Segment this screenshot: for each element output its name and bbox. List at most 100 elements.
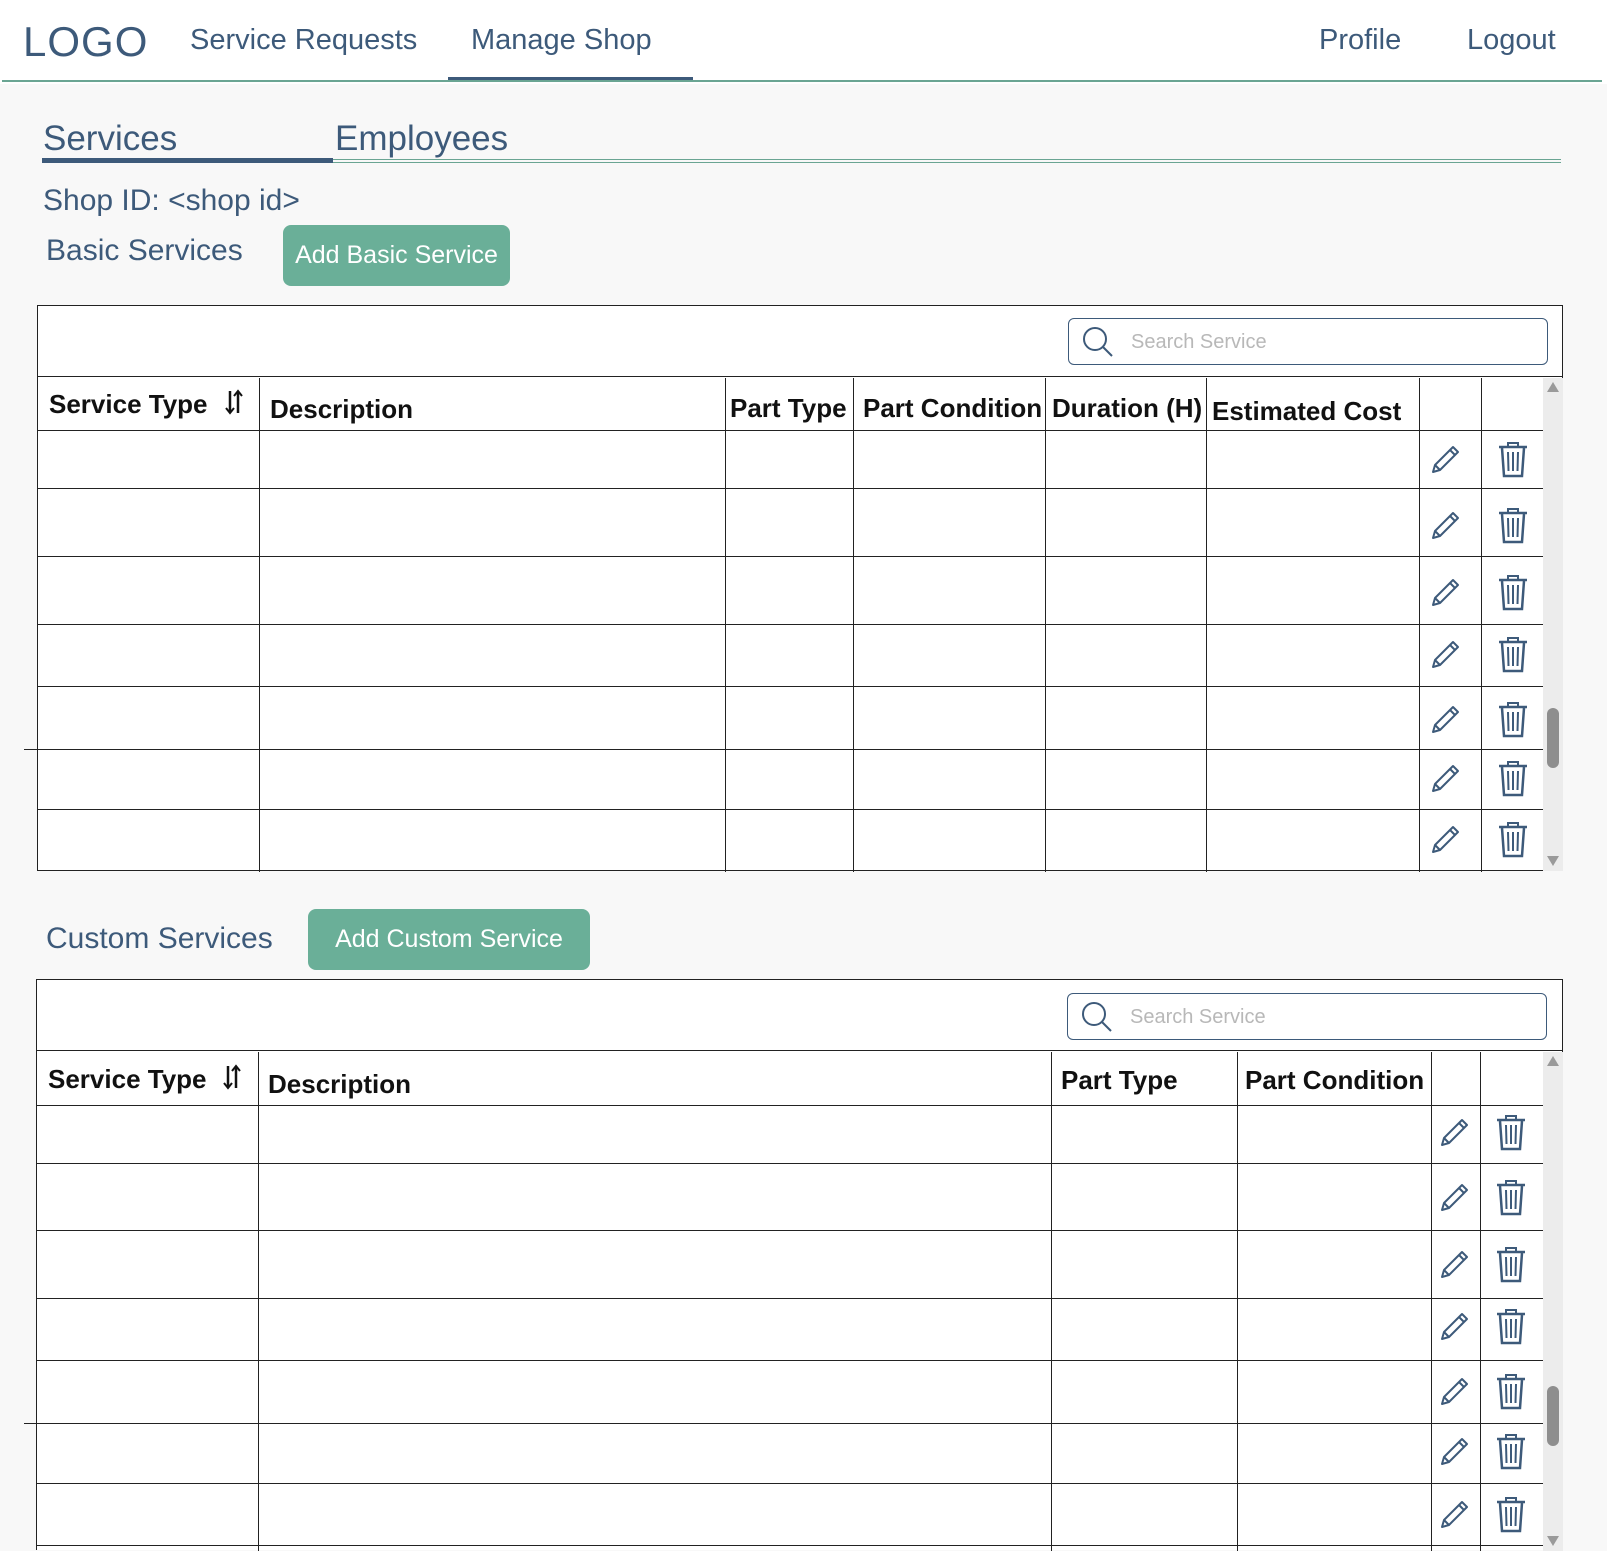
- table-row-divider: [38, 686, 1544, 687]
- pencil-icon[interactable]: [1428, 762, 1462, 801]
- pencil-icon[interactable]: [1437, 1116, 1471, 1155]
- scroll-down-arrow[interactable]: [1547, 856, 1559, 866]
- col-divider: [1045, 378, 1046, 872]
- trash-icon[interactable]: [1496, 572, 1530, 617]
- basic-search-input[interactable]: [1129, 325, 1533, 359]
- nav-link-profile[interactable]: Profile: [1319, 24, 1401, 57]
- custom-search-box[interactable]: [1067, 993, 1547, 1040]
- subtab-divider-lower: [333, 162, 1561, 163]
- table-header-bottom-rule: [38, 430, 1544, 431]
- table-row-divider: [38, 556, 1544, 557]
- trash-icon[interactable]: [1496, 699, 1530, 744]
- trash-icon[interactable]: [1494, 1431, 1528, 1476]
- custom-services-title: Custom Services: [46, 922, 273, 955]
- pencil-icon[interactable]: [1428, 509, 1462, 548]
- pencil-icon[interactable]: [1428, 443, 1462, 482]
- column-header-estimated-cost: Estimated Cost: [1212, 396, 1402, 426]
- pencil-icon[interactable]: [1428, 703, 1462, 742]
- tab-employees[interactable]: Employees: [335, 119, 508, 159]
- shop-id-label: Shop ID: <shop id>: [43, 184, 300, 217]
- pencil-icon[interactable]: [1437, 1435, 1471, 1474]
- col-divider: [1237, 1052, 1238, 1551]
- table-row-divider: [38, 624, 1544, 625]
- custom-table-scrollbar[interactable]: [1543, 1052, 1563, 1551]
- tab-services[interactable]: Services: [43, 119, 177, 159]
- pencil-icon[interactable]: [1437, 1310, 1471, 1349]
- basic-table-scrollbar[interactable]: [1543, 378, 1563, 871]
- table-header-top-rule: [38, 376, 1562, 377]
- search-icon: [1083, 327, 1113, 357]
- pencil-icon[interactable]: [1428, 576, 1462, 615]
- col-divider: [1206, 378, 1207, 872]
- subtab-divider: [333, 159, 1561, 160]
- logo[interactable]: LOGO: [23, 18, 148, 66]
- col-divider: [853, 378, 854, 872]
- column-header-part-condition: Part Condition: [1245, 1065, 1425, 1095]
- table-row-divider: [37, 1423, 1544, 1424]
- trash-icon[interactable]: [1496, 819, 1530, 864]
- table-row-divider: [37, 1483, 1544, 1484]
- add-custom-service-button[interactable]: Add Custom Service: [308, 909, 590, 970]
- table-row-divider: [38, 749, 1544, 750]
- trash-icon[interactable]: [1496, 505, 1530, 550]
- basic-services-table: Service Type Description Part Type Part …: [37, 305, 1563, 872]
- add-basic-service-button[interactable]: Add Basic Service: [283, 225, 510, 286]
- column-header-description: Description: [268, 1069, 412, 1099]
- scroll-thumb[interactable]: [1547, 1386, 1559, 1446]
- pencil-icon[interactable]: [1437, 1181, 1471, 1220]
- pencil-icon[interactable]: [1437, 1375, 1471, 1414]
- table-row-divider: [37, 1163, 1544, 1164]
- table-row-divider: [37, 1545, 1544, 1546]
- trash-icon[interactable]: [1496, 439, 1530, 484]
- tick-mark: [24, 749, 38, 750]
- column-header-service-type[interactable]: Service Type: [49, 389, 208, 420]
- col-divider: [1431, 1052, 1432, 1551]
- col-divider: [1051, 1052, 1052, 1551]
- nav-divider: [2, 80, 1602, 82]
- search-icon: [1082, 1002, 1112, 1032]
- column-header-part-condition: Part Condition: [863, 393, 1043, 423]
- column-header-service-type[interactable]: Service Type: [48, 1064, 207, 1095]
- tick-mark: [24, 1423, 38, 1424]
- trash-icon[interactable]: [1494, 1494, 1528, 1539]
- scroll-up-arrow[interactable]: [1547, 382, 1559, 392]
- column-header-description: Description: [270, 394, 414, 424]
- scroll-up-arrow[interactable]: [1547, 1056, 1559, 1066]
- nav-link-service-requests[interactable]: Service Requests: [190, 24, 417, 57]
- trash-icon[interactable]: [1494, 1371, 1528, 1416]
- nav-link-manage-shop[interactable]: Manage Shop: [471, 24, 652, 57]
- col-divider: [1480, 1052, 1481, 1551]
- basic-search-box[interactable]: [1068, 318, 1548, 365]
- subtab-active-indicator: [42, 158, 333, 163]
- basic-services-title: Basic Services: [46, 234, 243, 267]
- sort-icon[interactable]: [221, 1063, 243, 1091]
- table-row-divider: [38, 809, 1544, 810]
- table-header-bottom-rule: [37, 1105, 1544, 1106]
- pencil-icon[interactable]: [1437, 1498, 1471, 1537]
- col-divider: [725, 378, 726, 872]
- scroll-down-arrow[interactable]: [1547, 1536, 1559, 1546]
- custom-services-table: Service Type Description Part Type Part …: [36, 979, 1563, 1551]
- col-divider: [258, 1052, 259, 1551]
- sort-icon[interactable]: [223, 388, 245, 416]
- column-header-part-type: Part Type: [1061, 1065, 1178, 1095]
- trash-icon[interactable]: [1494, 1306, 1528, 1351]
- trash-icon[interactable]: [1496, 634, 1530, 679]
- custom-search-input[interactable]: [1128, 1000, 1532, 1034]
- pencil-icon[interactable]: [1437, 1248, 1471, 1287]
- nav-link-logout[interactable]: Logout: [1467, 24, 1556, 57]
- scroll-thumb[interactable]: [1547, 708, 1559, 768]
- pencil-icon[interactable]: [1428, 823, 1462, 862]
- col-divider: [1481, 378, 1482, 872]
- column-header-part-type: Part Type: [730, 393, 847, 423]
- col-divider: [1419, 378, 1420, 872]
- trash-icon[interactable]: [1494, 1177, 1528, 1222]
- trash-icon[interactable]: [1494, 1244, 1528, 1289]
- trash-icon[interactable]: [1496, 758, 1530, 803]
- column-header-duration: Duration (H): [1052, 393, 1203, 423]
- table-row-divider: [37, 1230, 1544, 1231]
- table-row-divider: [37, 1298, 1544, 1299]
- pencil-icon[interactable]: [1428, 638, 1462, 677]
- trash-icon[interactable]: [1494, 1112, 1528, 1157]
- table-header-top-rule: [37, 1050, 1562, 1051]
